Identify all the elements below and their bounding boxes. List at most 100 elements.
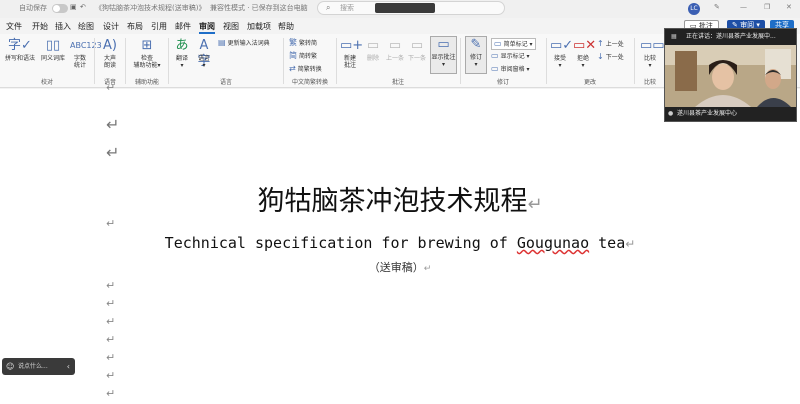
read-aloud-button[interactable]: A) 大声 朗读 xyxy=(100,38,120,69)
delete-comment-button[interactable]: ▭ 删除 xyxy=(363,38,383,62)
previous-change-button[interactable]: ↑ 上一处 xyxy=(597,39,624,49)
grid-icon: ▦ xyxy=(671,33,677,40)
autosave-toggle[interactable] xyxy=(52,4,68,13)
next-comment-button[interactable]: ▭ 下一条 xyxy=(407,38,427,62)
status-note-text: （送审稿） xyxy=(368,261,424,274)
paragraph-mark: ↵ xyxy=(106,387,116,400)
thesaurus-button[interactable]: ▯▯ 同义词库 xyxy=(38,38,68,62)
compare-icon: ▭▭ xyxy=(640,38,665,53)
update-ime-label: 更新输入法词典 xyxy=(227,40,270,47)
previous-comment-button[interactable]: ▭ 上一条 xyxy=(385,38,405,62)
read-aloud-label-2: 朗读 xyxy=(103,62,116,69)
reviewing-pane-label: 审阅窗格 xyxy=(500,66,525,73)
tab-file[interactable]: 文件 xyxy=(6,21,22,32)
microphone-icon: ● xyxy=(668,110,674,117)
tab-insert[interactable]: 插入 xyxy=(55,21,71,32)
divider xyxy=(168,38,169,84)
paragraph-mark: ↵ xyxy=(106,297,116,310)
subtitle-text-end: tea xyxy=(589,234,626,252)
paragraph-mark: ↵ xyxy=(106,315,116,328)
compare-button[interactable]: ▭▭ 比较 ▾ xyxy=(640,38,665,69)
chevron-down-icon: ▾ xyxy=(180,62,184,69)
close-icon[interactable]: ✕ xyxy=(786,3,792,11)
show-markup-button[interactable]: ▭ 显示标记 ▾ xyxy=(491,51,530,61)
translate-icon: あ xyxy=(175,38,189,53)
reviewing-pane-button[interactable]: ▭ 审阅窗格 ▾ xyxy=(491,64,530,74)
save-icon[interactable]: ▣ xyxy=(70,3,77,11)
avatar[interactable]: LC xyxy=(688,3,700,15)
chevron-down-icon: ▾ xyxy=(441,61,445,68)
speaker-text: 正在讲话：遂川县茶产业发展中... xyxy=(686,33,776,40)
next-comment-icon: ▭ xyxy=(410,38,424,53)
document-page[interactable]: ↵ ↵ ↵ 狗牯脑茶冲泡技术规程↵ ↵ Technical specificat… xyxy=(0,81,800,404)
tab-home[interactable]: 开始 xyxy=(32,21,48,32)
track-changes-button[interactable]: ✎ 修订 ▾ xyxy=(465,36,487,74)
chevron-down-icon: ▾ xyxy=(558,62,562,69)
emoji-icon[interactable]: ☺ xyxy=(6,358,14,375)
chinese-conversion-button[interactable]: ⇄ 简繁转换 xyxy=(289,64,322,74)
group-language: 语言 xyxy=(219,79,232,86)
minimize-icon[interactable]: — xyxy=(740,3,747,11)
tab-mailings[interactable]: 邮件 xyxy=(175,21,191,32)
book-icon: ▯▯ xyxy=(45,38,61,53)
tab-view[interactable]: 视图 xyxy=(223,21,239,32)
language-button[interactable]: A字 语言 ▾ xyxy=(194,38,214,69)
reject-label: 拒绝 xyxy=(576,55,589,62)
reject-button[interactable]: ▭✕ 拒绝 ▾ xyxy=(573,38,596,69)
dictionary-icon: ▤ xyxy=(218,38,226,47)
next-label: 下一条 xyxy=(407,55,426,62)
undo-icon[interactable]: ↶ xyxy=(80,3,86,11)
read-aloud-icon: A) xyxy=(103,38,117,53)
check-label-1: 检查 xyxy=(140,55,153,62)
markup-select[interactable]: ▭ 简单标记 ▾ xyxy=(491,38,536,50)
simplified-to-traditional-button[interactable]: 简简转繁 xyxy=(289,51,317,61)
group-changes: 更改 xyxy=(583,79,596,86)
markup-select-value: 简单标记 xyxy=(503,41,528,48)
thesaurus-label: 同义词库 xyxy=(40,55,65,62)
previous-change-label: 上一处 xyxy=(605,41,624,48)
chevron-down-icon: ▾ xyxy=(202,62,206,69)
next-change-button[interactable]: ↓ 下一处 xyxy=(597,52,624,62)
translate-button[interactable]: あ 翻译 ▾ xyxy=(172,38,192,69)
chevron-down-icon: ▾ xyxy=(157,62,161,69)
word-count-button[interactable]: ABC123 字数 统计 xyxy=(70,38,102,69)
check-label-2: 辅助功能 xyxy=(133,62,158,69)
chevron-left-icon[interactable]: ‹ xyxy=(67,358,70,375)
spelling-grammar-button[interactable]: 字✓ 拼写和语法 xyxy=(5,38,35,62)
show-comments-button[interactable]: ▭ 显示批注 ▾ xyxy=(430,36,457,74)
paragraph-mark: ↵ xyxy=(106,143,120,162)
language-icon: A字 xyxy=(197,38,211,69)
update-ime-dictionary-button[interactable]: ▤ 更新输入法词典 xyxy=(218,38,270,48)
paragraph-mark: ↵ xyxy=(625,237,636,251)
pen-icon[interactable]: ✎ xyxy=(714,3,720,11)
accessibility-icon: ⊞ xyxy=(141,38,153,53)
chevron-down-icon: ▾ xyxy=(524,66,530,73)
tab-references[interactable]: 引用 xyxy=(151,21,167,32)
tab-layout[interactable]: 布局 xyxy=(127,21,143,32)
chat-input[interactable]: ☺ 说点什么... ‹ xyxy=(2,358,75,375)
meeting-video-window[interactable]: ▦ 正在讲话：遂川县茶产业发展中... ● 遂川县茶产业发展中心 xyxy=(664,28,797,122)
paragraph-mark: ↵ xyxy=(106,333,116,346)
accept-button[interactable]: ▭✓ 接受 ▾ xyxy=(550,38,573,69)
read-aloud-label-1: 大声 xyxy=(103,55,116,62)
tab-design[interactable]: 设计 xyxy=(103,21,119,32)
tab-help[interactable]: 帮助 xyxy=(278,21,294,32)
subtitle-misspelled-word: Gougunao xyxy=(516,234,590,252)
paragraph-mark: ↵ xyxy=(106,217,116,230)
tab-review[interactable]: 审阅 xyxy=(199,21,215,34)
new-comment-button[interactable]: ▭+ 新建 批注 xyxy=(340,38,364,69)
document-title: 狗牯脑茶冲泡技术规程↵ xyxy=(0,179,800,218)
show-markup-label: 显示标记 xyxy=(500,53,525,60)
maximize-icon[interactable]: ❐ xyxy=(764,3,770,11)
reviewing-pane-icon: ▭ xyxy=(491,64,499,73)
group-comments: 批注 xyxy=(391,79,404,86)
tab-addins[interactable]: 加载项 xyxy=(247,21,271,32)
convert-icon: ⇄ xyxy=(289,64,296,73)
tab-draw[interactable]: 绘图 xyxy=(78,21,94,32)
video-feed xyxy=(665,45,796,107)
document-name: 《狗牯脑茶冲泡技术规程(送审稿)》 xyxy=(95,4,206,12)
new-comment-label-2: 批注 xyxy=(343,62,356,69)
check-accessibility-button[interactable]: ⊞ 检查 辅助功能▾ xyxy=(130,38,164,69)
new-comment-icon: ▭+ xyxy=(340,38,364,53)
traditional-to-simplified-button[interactable]: 繁繁转简 xyxy=(289,38,317,48)
